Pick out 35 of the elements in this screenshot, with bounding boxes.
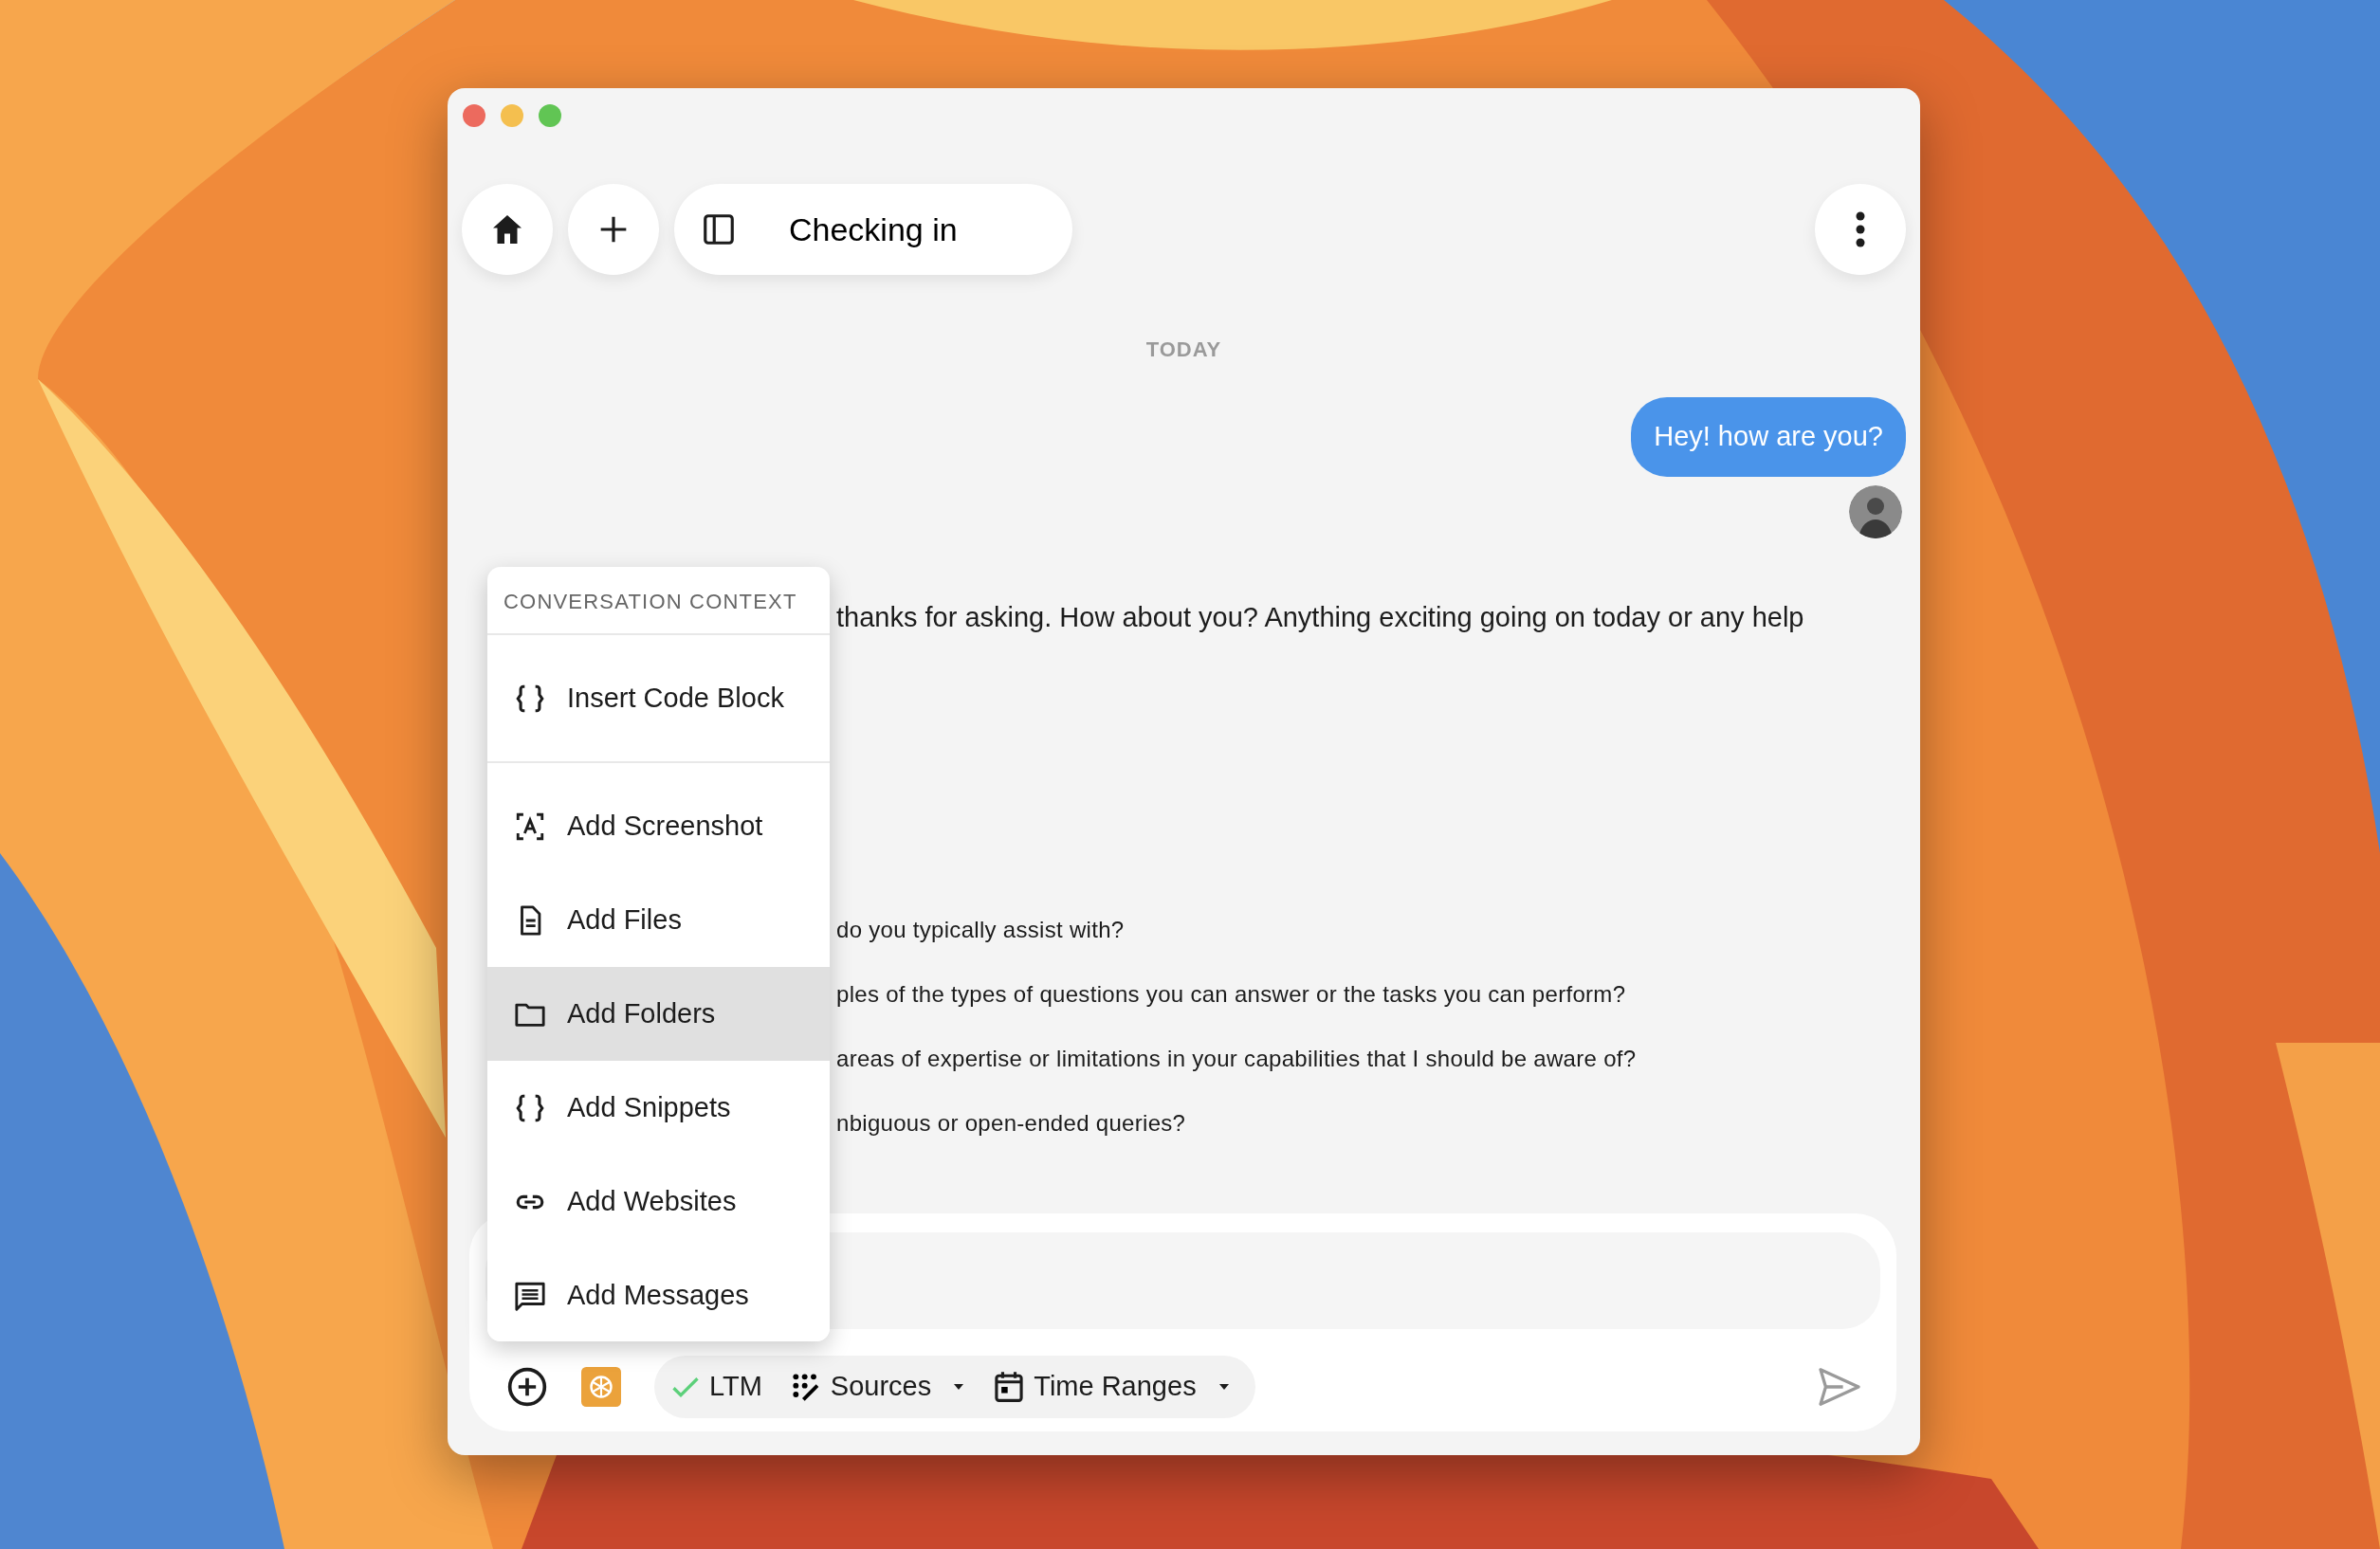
list-item-text: areas of expertise or limitations in your capabilities that I should be aware of? [836,1045,1637,1073]
add-circle-icon[interactable] [506,1366,548,1408]
calendar-icon [994,1371,1025,1403]
zoom-button[interactable] [539,103,561,127]
date-divider: TODAY [1144,337,1223,363]
list-item-text: nbiguous or open-ended queries? [836,1109,1187,1138]
dots-wand-icon [790,1372,821,1402]
close-button[interactable] [463,103,485,127]
assistant-message-text: thanks for asking. How about you? Anything exciting going on today or any help [836,600,1804,634]
menu-item[interactable]: Add Websites [487,1155,830,1248]
plus-icon [598,214,629,245]
menu-item[interactable]: Insert Code Block [487,651,830,745]
list-item-text: ples of the types of questions you can answer or the tasks you can perform? [836,980,1627,1009]
menu-item[interactable]: Add Messages [487,1248,830,1341]
conversation-title-button[interactable]: Checking in [674,184,1072,275]
minimize-button[interactable] [501,103,523,127]
menu-item[interactable]: Add Screenshot [487,779,830,873]
check-icon [671,1375,700,1399]
menu-header: CONVERSATION CONTEXT [487,567,830,635]
caret-icon [1217,1382,1231,1392]
send-icon[interactable] [1818,1368,1861,1406]
sidebar-icon [701,211,737,247]
menu-item[interactable]: Add Folders [487,967,830,1061]
avatar [1849,484,1902,538]
ltm-toggle[interactable]: LTM [671,1366,762,1408]
kebab-menu-icon [1855,210,1866,248]
caret-icon [952,1382,966,1392]
menu-item[interactable]: Add Files [487,873,830,967]
filter-dropdown[interactable]: Time Ranges [994,1366,1231,1408]
user-message-bubble: Hey! how are you? [1631,397,1906,477]
home-icon [490,212,524,246]
list-item-text: do you typically assist with? [836,916,1126,944]
model-icon[interactable] [581,1367,621,1407]
filter-dropdown[interactable]: Sources [790,1366,966,1408]
menu-item[interactable]: Add Snippets [487,1061,830,1155]
